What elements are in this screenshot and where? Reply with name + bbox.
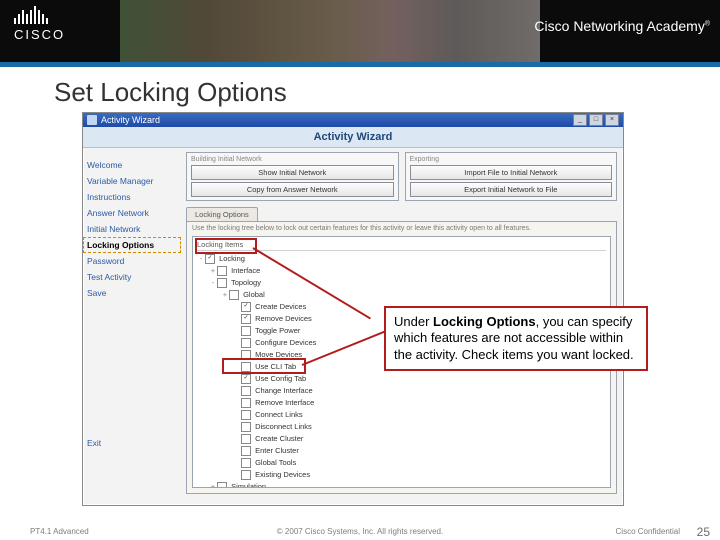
checkbox[interactable] — [241, 350, 251, 360]
slide-header-bar: CISCO Cisco Networking Academy® — [0, 0, 720, 62]
tree-item[interactable]: Change Interface — [197, 385, 606, 397]
tree-item[interactable]: Remove Interface — [197, 397, 606, 409]
cisco-bars-icon — [14, 6, 50, 27]
cisco-wordmark: CISCO — [14, 27, 65, 42]
checkbox[interactable] — [217, 266, 227, 276]
tree-item[interactable]: + Simulation — [197, 481, 606, 488]
academy-label: Cisco Networking Academy® — [534, 18, 710, 34]
checkbox[interactable] — [241, 422, 251, 432]
window-title: Activity Wizard — [101, 115, 160, 125]
checkbox[interactable] — [217, 278, 227, 288]
checkbox[interactable] — [241, 374, 251, 384]
exporting-box: Exporting Import File to Initial Network… — [405, 152, 618, 201]
checkbox[interactable] — [229, 290, 239, 300]
footer-right: Cisco Confidential — [616, 527, 680, 536]
minimize-button[interactable]: _ — [573, 114, 587, 126]
wizard-nav: Welcome Variable Manager Instructions An… — [83, 148, 182, 506]
callout-box: Under Locking Options, you can specify w… — [384, 306, 648, 371]
checkbox[interactable] — [241, 398, 251, 408]
page-number: 25 — [697, 525, 710, 539]
tree-item[interactable]: Existing Devices — [197, 469, 606, 481]
tree-item[interactable]: Disconnect Links — [197, 421, 606, 433]
checkbox[interactable] — [217, 482, 227, 488]
checkbox[interactable] — [241, 338, 251, 348]
checkbox[interactable] — [241, 386, 251, 396]
maximize-button[interactable]: □ — [589, 114, 603, 126]
header-photo-bg — [120, 0, 540, 62]
tree-item[interactable]: + Interface — [197, 265, 606, 277]
building-initial-box: Building Initial Network Show Initial Ne… — [186, 152, 399, 201]
checkbox[interactable] — [241, 446, 251, 456]
wizard-header: Activity Wizard — [83, 127, 623, 148]
checkbox[interactable] — [241, 314, 251, 324]
nav-answer-network[interactable]: Answer Network — [87, 208, 177, 218]
nav-save[interactable]: Save — [87, 288, 177, 298]
tree-item[interactable]: Enter Cluster — [197, 445, 606, 457]
checkbox[interactable] — [205, 254, 215, 264]
nav-initial-network[interactable]: Initial Network — [87, 224, 177, 234]
checkbox[interactable] — [241, 326, 251, 336]
copy-answer-button[interactable]: Copy from Answer Network — [191, 182, 394, 197]
nav-exit[interactable]: Exit — [87, 438, 177, 448]
tree-item[interactable]: Global Tools — [197, 457, 606, 469]
checkbox[interactable] — [241, 302, 251, 312]
tree-item[interactable]: Connect Links — [197, 409, 606, 421]
nav-welcome[interactable]: Welcome — [87, 160, 177, 170]
locking-hint: Use the locking tree below to lock out c… — [192, 225, 611, 233]
nav-locking-options[interactable]: Locking Options — [87, 240, 177, 250]
header-divider — [0, 62, 720, 67]
tree-item[interactable]: Use Config Tab — [197, 373, 606, 385]
app-icon — [87, 115, 97, 125]
close-button[interactable]: × — [605, 114, 619, 126]
nav-variable-manager[interactable]: Variable Manager — [87, 176, 177, 186]
tree-item[interactable]: Create Cluster — [197, 433, 606, 445]
checkbox[interactable] — [241, 410, 251, 420]
import-file-button[interactable]: Import File to Initial Network — [410, 165, 613, 180]
window-titlebar: Activity Wizard _ □ × — [83, 113, 623, 127]
checkbox[interactable] — [241, 470, 251, 480]
tab-locking-options[interactable]: Locking Options — [186, 207, 258, 221]
cisco-logo: CISCO — [14, 6, 65, 42]
tree-item[interactable]: - Topology — [197, 277, 606, 289]
checkbox[interactable] — [241, 434, 251, 444]
export-file-button[interactable]: Export Initial Network to File — [410, 182, 613, 197]
slide-title: Set Locking Options — [54, 77, 720, 108]
checkbox[interactable] — [241, 362, 251, 372]
tree-item[interactable]: + Global — [197, 289, 606, 301]
slide-footer: PT4.1 Advanced © 2007 Cisco Systems, Inc… — [0, 527, 720, 536]
tree-item[interactable]: - Locking — [197, 253, 606, 265]
show-initial-button[interactable]: Show Initial Network — [191, 165, 394, 180]
footer-center: © 2007 Cisco Systems, Inc. All rights re… — [0, 527, 720, 536]
nav-password[interactable]: Password — [87, 256, 177, 266]
nav-test-activity[interactable]: Test Activity — [87, 272, 177, 282]
nav-instructions[interactable]: Instructions — [87, 192, 177, 202]
checkbox[interactable] — [241, 458, 251, 468]
